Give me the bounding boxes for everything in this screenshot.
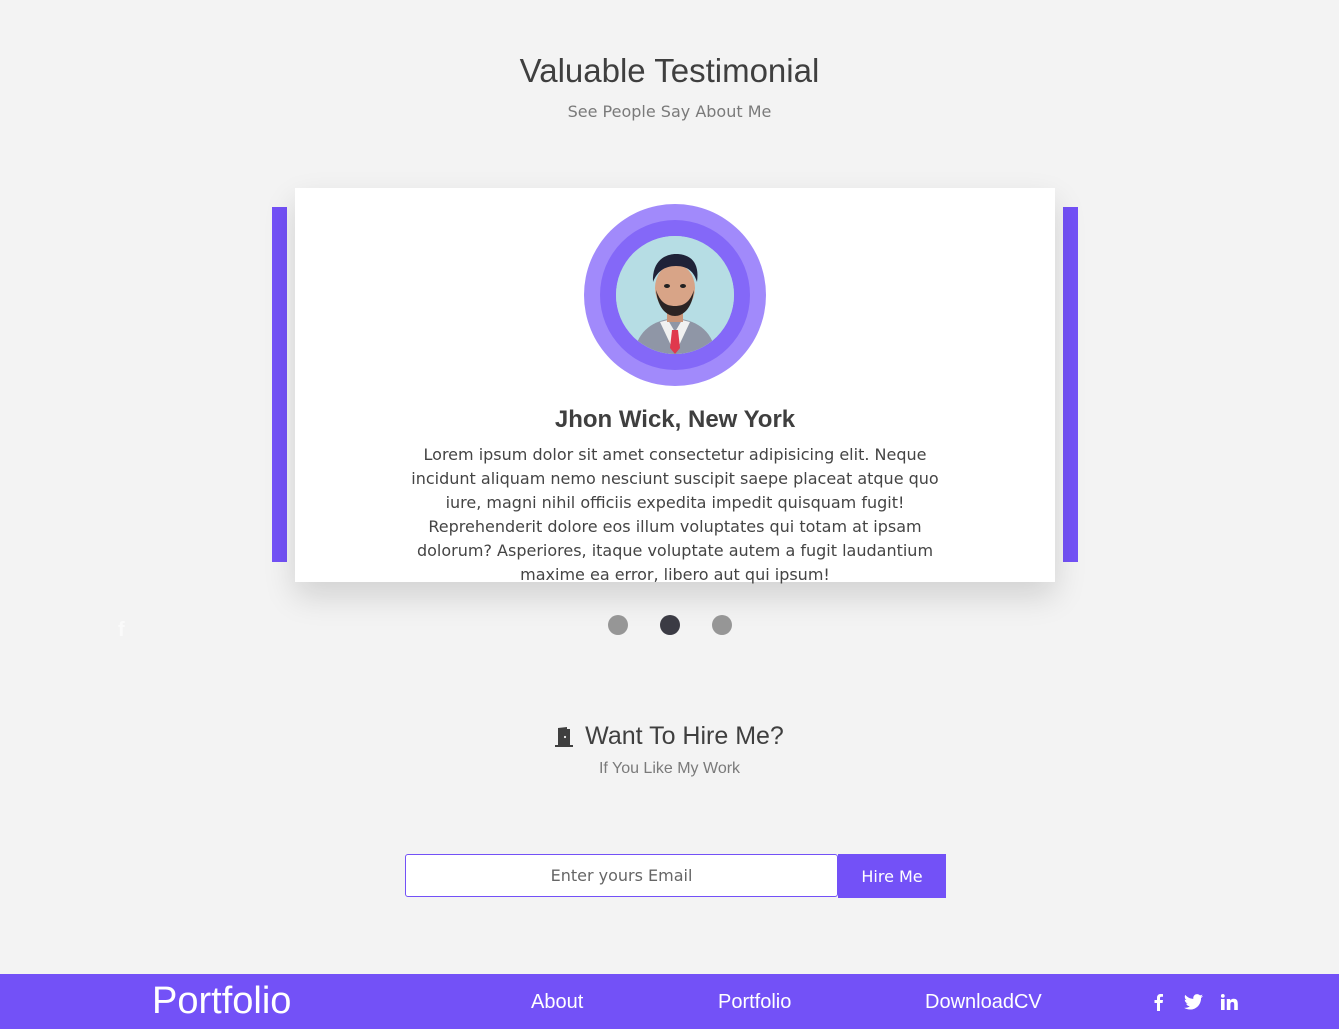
carousel-dot-3[interactable] <box>711 615 732 635</box>
testimonial-card: Jhon Wick, New York Lorem ipsum dolor si… <box>295 188 1055 584</box>
facebook-icon[interactable] <box>1148 992 1168 1012</box>
avatar-ring-inner <box>600 220 750 370</box>
carousel-dot-2-active[interactable] <box>659 615 680 635</box>
testimonial-text: Lorem ipsum dolor sit amet consectetur a… <box>411 445 939 584</box>
hire-form: Hire Me <box>405 854 946 898</box>
footer-link-portfolio[interactable]: Portfolio <box>718 991 791 1014</box>
footer-brand[interactable]: Portfolio <box>152 980 291 1023</box>
footer-link-download-cv[interactable]: DownloadCV <box>925 991 1042 1014</box>
email-input[interactable] <box>405 854 838 897</box>
hire-me-button[interactable]: Hire Me <box>838 854 946 898</box>
testimonial-name: Jhon Wick, New York <box>554 406 796 433</box>
carousel-right-bar <box>1063 207 1078 562</box>
testimonial-subtitle: See People Say About Me <box>567 102 772 121</box>
footer-link-about[interactable]: About <box>531 991 583 1014</box>
person-portrait-icon <box>616 236 734 354</box>
hire-heading: Want To Hire Me? <box>0 722 1339 751</box>
hire-title: Want To Hire Me? <box>585 722 784 750</box>
testimonial-title: Valuable Testimonial <box>519 52 820 89</box>
linkedin-icon[interactable] <box>1219 992 1239 1012</box>
door-icon <box>555 726 574 747</box>
avatar <box>616 236 734 354</box>
hire-subtitle: If You Like My Work <box>598 760 741 777</box>
footer: Portfolio About Portfolio DownloadCV <box>0 974 1339 1029</box>
faint-facebook-glyph: f <box>118 619 125 641</box>
carousel-left-bar <box>272 207 287 562</box>
carousel-dots <box>0 615 1339 635</box>
avatar-ring <box>584 204 766 386</box>
carousel-dot-1[interactable] <box>607 615 628 635</box>
page: Valuable Testimonial See People Say Abou… <box>0 0 1339 1029</box>
twitter-icon[interactable] <box>1183 992 1203 1012</box>
